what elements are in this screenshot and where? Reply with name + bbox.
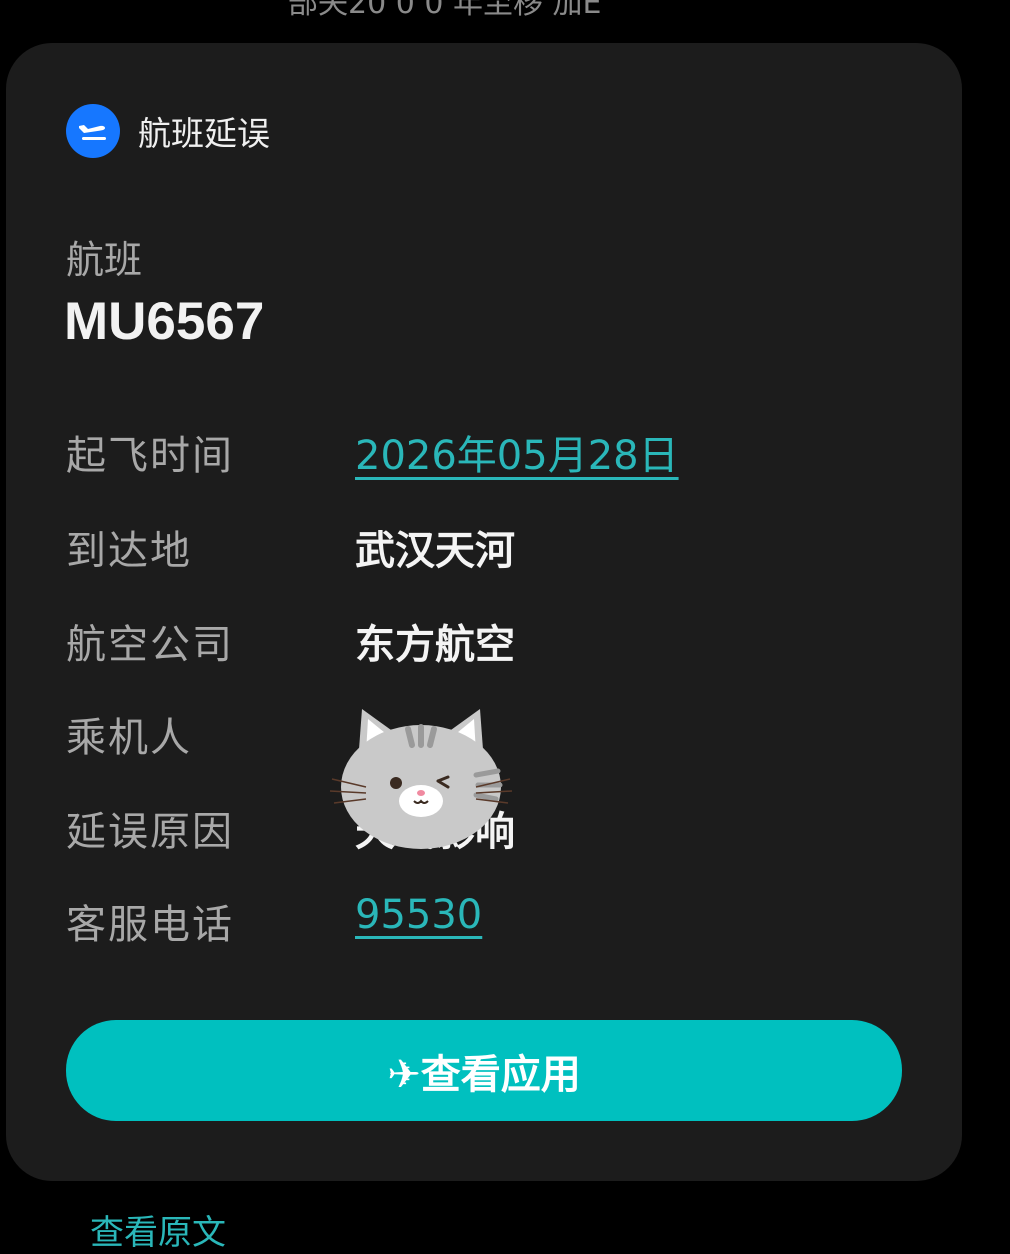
row-service-phone: 客服电话 95530: [66, 892, 926, 952]
plane-landing-icon: [66, 104, 120, 158]
row-label: 到达地: [66, 528, 192, 574]
card-header: 航班延误: [66, 104, 270, 158]
row-label: 起飞时间: [66, 433, 234, 479]
flight-delay-card: 航班延误 航班 MU6567 起飞时间 2026年05月28日 到达地 武汉天河…: [6, 43, 962, 1181]
departure-date-link[interactable]: 2026年05月28日: [355, 423, 679, 481]
row-label: 客服电话: [66, 902, 234, 948]
row-label: 延误原因: [66, 809, 234, 855]
row-departure-time: 起飞时间 2026年05月28日: [66, 423, 926, 483]
row-destination: 到达地 武汉天河: [66, 518, 926, 578]
flight-number: MU6567: [64, 292, 265, 351]
cat-sticker-icon: [326, 705, 516, 855]
airline-value: 东方航空: [355, 622, 515, 668]
view-app-button-label: ✈查看应用: [387, 1051, 581, 1098]
truncated-previous-text: 部失20 0 0 年至移 加E: [288, 0, 602, 21]
view-original-link[interactable]: 查看原文: [90, 1205, 226, 1254]
view-app-button[interactable]: ✈查看应用: [66, 1020, 902, 1121]
service-phone-link[interactable]: 95530: [355, 892, 482, 938]
row-label: 航空公司: [66, 622, 234, 668]
destination-value: 武汉天河: [355, 528, 515, 574]
flight-label: 航班: [66, 238, 143, 282]
card-title: 航班延误: [138, 114, 270, 153]
row-airline: 航空公司 东方航空: [66, 612, 926, 672]
row-label: 乘机人: [66, 715, 192, 761]
